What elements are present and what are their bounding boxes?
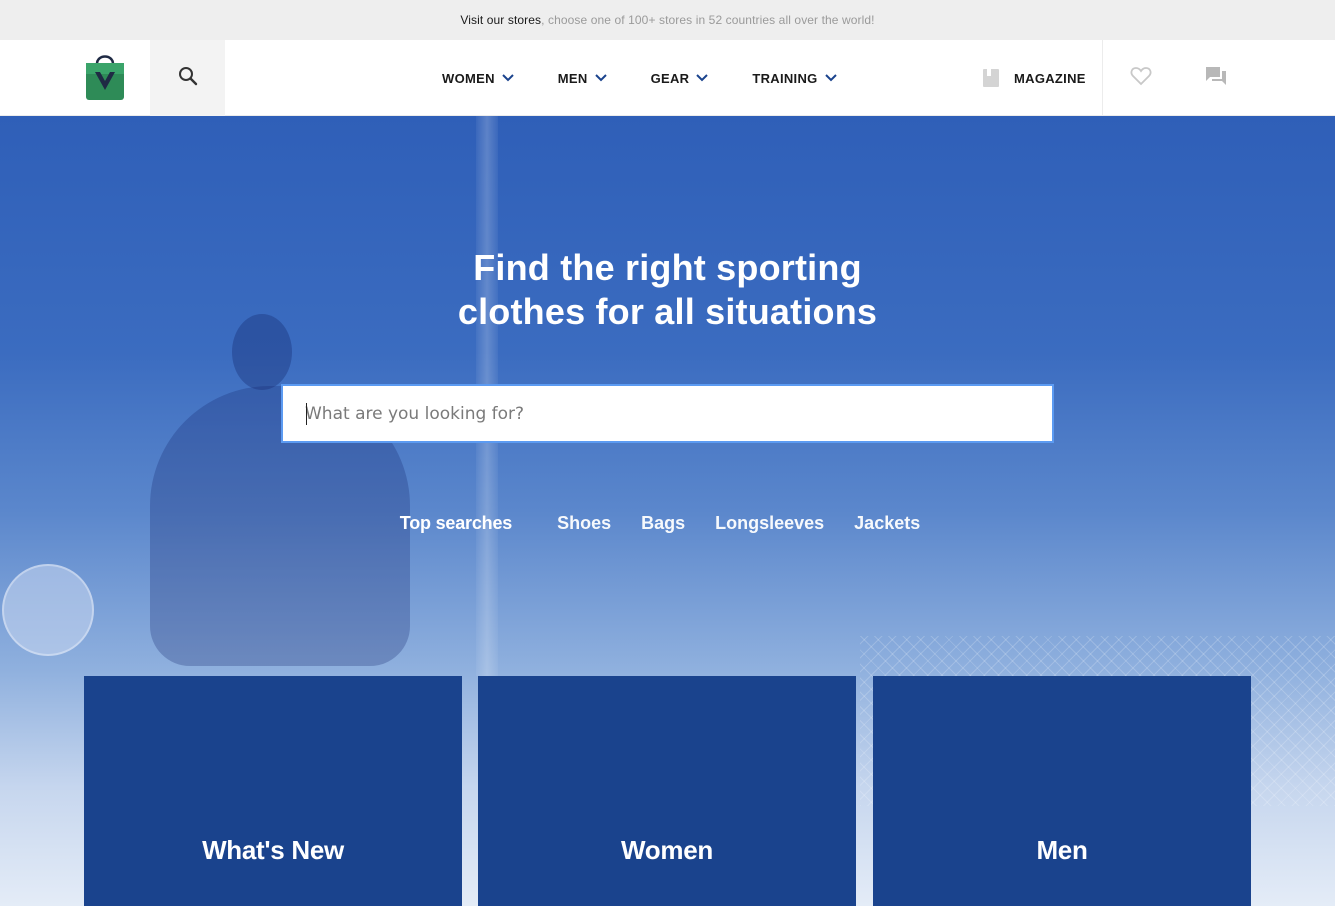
top-search-link-bags[interactable]: Bags [641,513,685,534]
nav-item-label: TRAINING [752,70,818,86]
heart-icon [1130,66,1152,91]
chat-button[interactable] [1178,40,1253,116]
chevron-down-icon [824,74,837,82]
top-search-link-jackets[interactable]: Jackets [854,513,920,534]
magazine-link[interactable]: MAGAZINE [982,40,1086,116]
nav-item-label: GEAR [650,70,690,86]
header-search-button[interactable] [150,40,225,116]
category-card-whats-new[interactable]: What's New [84,676,462,906]
chat-icon [1205,66,1227,91]
category-card-label: What's New [202,835,344,865]
logo[interactable] [60,40,150,116]
top-searches: Top searches Shoes Bags Longsleeves Jack… [0,513,1335,534]
chevron-down-icon [696,74,709,82]
announcement-bar: Visit our stores, choose one of 100+ sto… [0,0,1335,40]
hero-search-input[interactable] [305,386,1052,441]
wishlist-button[interactable] [1103,40,1178,116]
category-card-men[interactable]: Men [873,676,1251,906]
category-card-women[interactable]: Women [478,676,856,906]
category-card-label: Men [1036,835,1088,865]
announcement-lead[interactable]: Visit our stores [460,13,541,27]
text-caret [306,403,307,425]
hero-title-line-2: clothes for all situations [457,291,878,332]
main-nav: WOMEN MEN GEAR TRAINING [420,40,859,116]
nav-item-men[interactable]: MEN [558,71,607,86]
chevron-down-icon [502,74,514,82]
shopping-bag-logo-icon [83,50,127,107]
top-searches-label: Top searches [399,513,513,533]
search-icon [178,66,198,91]
site-header: WOMEN MEN GEAR TRAINING MAGAZINE [0,40,1335,116]
nav-item-training[interactable]: TRAINING [752,70,837,86]
hero-title-line-1: Find the right sporting [473,247,862,288]
hero-background-basketball [2,564,94,656]
magazine-label: MAGAZINE [1014,70,1086,86]
top-search-link-shoes[interactable]: Shoes [557,513,611,534]
book-icon [982,68,1000,88]
category-card-label: Women [621,835,713,865]
hero-title: Find the right sporting clothes for all … [0,246,1335,334]
nav-item-gear[interactable]: GEAR [651,71,709,86]
nav-item-label: WOMEN [442,70,495,86]
nav-item-women[interactable]: WOMEN [442,71,514,86]
top-search-link-longsleeves[interactable]: Longsleeves [715,513,824,534]
nav-item-label: MEN [557,70,588,86]
chevron-down-icon [594,74,607,82]
announcement-text: , choose one of 100+ stores in 52 countr… [541,13,875,27]
hero-search-box[interactable] [281,384,1054,443]
